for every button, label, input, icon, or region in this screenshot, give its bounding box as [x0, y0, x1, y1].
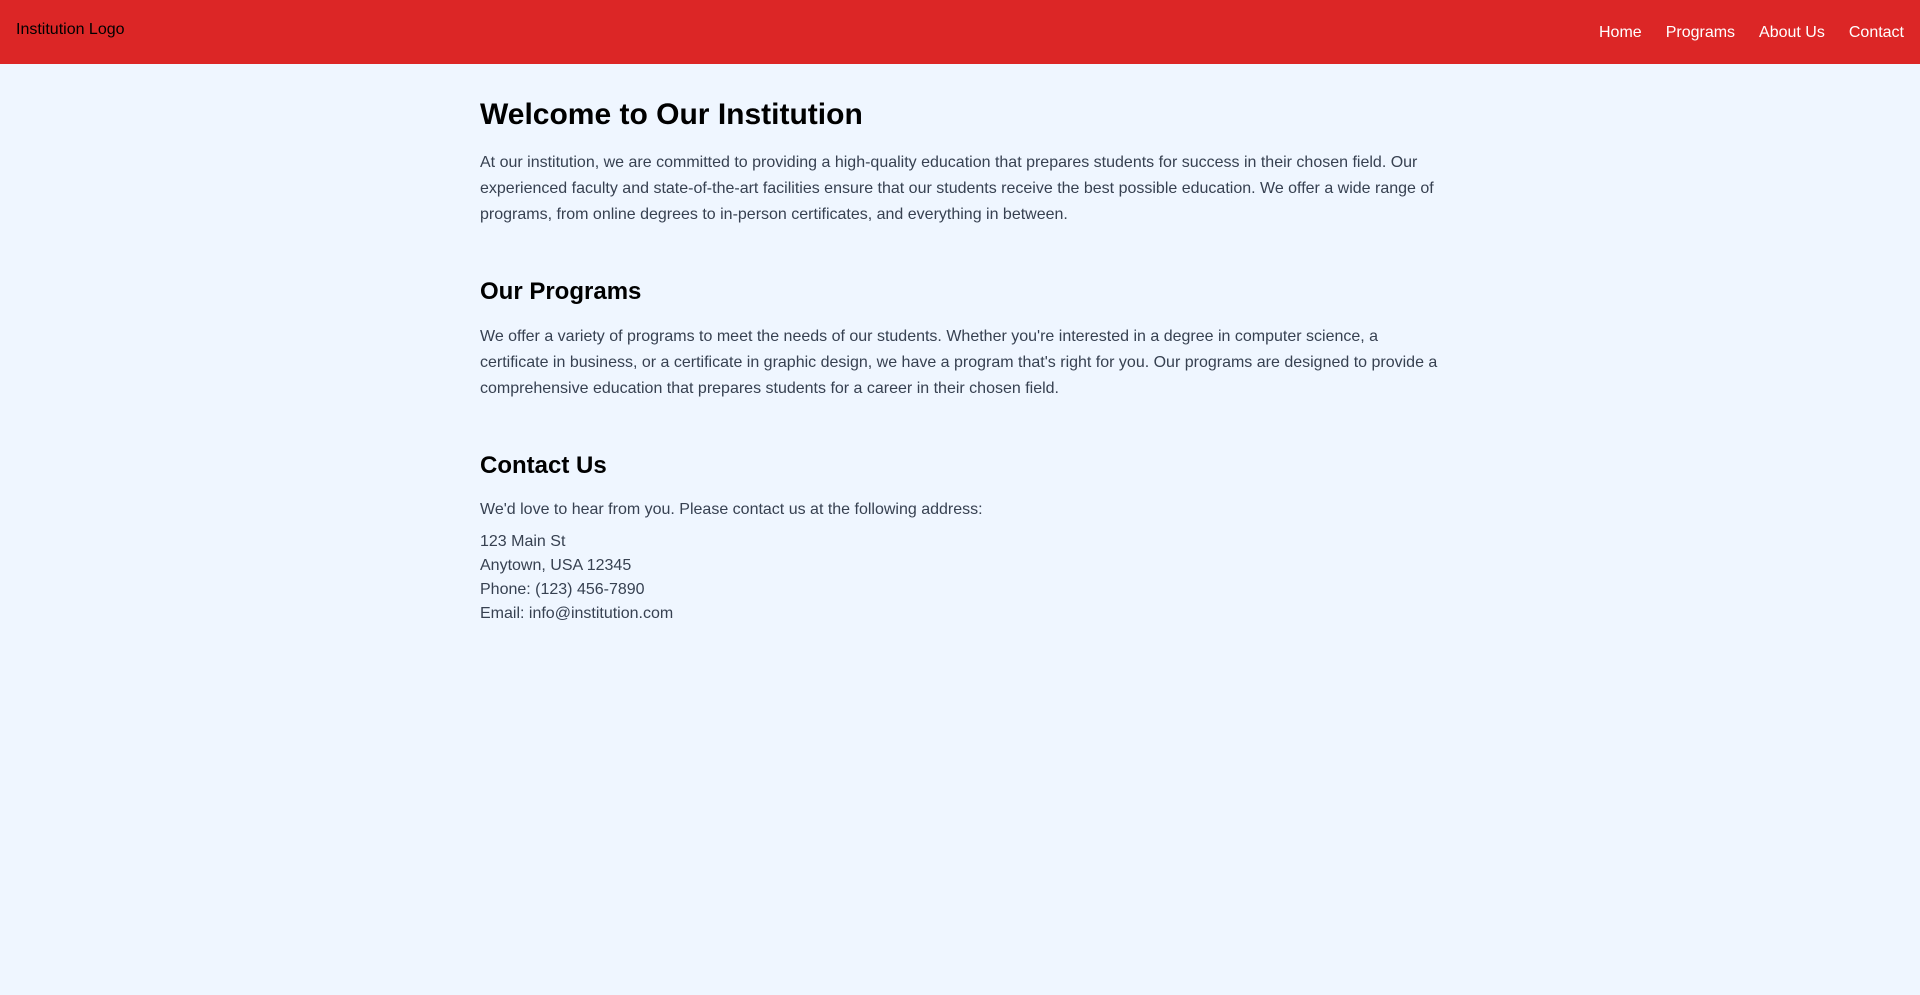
- nav-contact-link[interactable]: Contact: [1849, 23, 1904, 43]
- welcome-heading: Welcome to Our Institution: [480, 98, 863, 131]
- address-city: Anytown, USA 12345: [480, 557, 632, 574]
- address-street: 123 Main St: [480, 533, 566, 550]
- programs-paragraph: We offer a variety of programs to meet t…: [480, 328, 1438, 397]
- nav-home-link[interactable]: Home: [1599, 23, 1642, 43]
- welcome-paragraph: At our institution, we are committed to …: [480, 154, 1434, 223]
- site-header: Institution Logo Home Programs About Us …: [0, 0, 1920, 64]
- contact-heading: Contact Us: [480, 452, 607, 479]
- contact-paragraph: We'd love to hear from you. Please conta…: [480, 501, 983, 518]
- institution-logo[interactable]: Institution Logo: [16, 20, 125, 40]
- nav-about-link[interactable]: About Us: [1759, 23, 1825, 43]
- address-phone: Phone: (123) 456-7890: [480, 581, 645, 598]
- main-nav: Home Programs About Us Contact: [1599, 23, 1904, 43]
- programs-heading: Our Programs: [480, 278, 642, 305]
- nav-programs-link[interactable]: Programs: [1666, 23, 1735, 43]
- contact-address: 123 Main St Anytown, USA 12345 Phone: (1…: [480, 530, 673, 626]
- address-email: Email: info@institution.com: [480, 605, 674, 622]
